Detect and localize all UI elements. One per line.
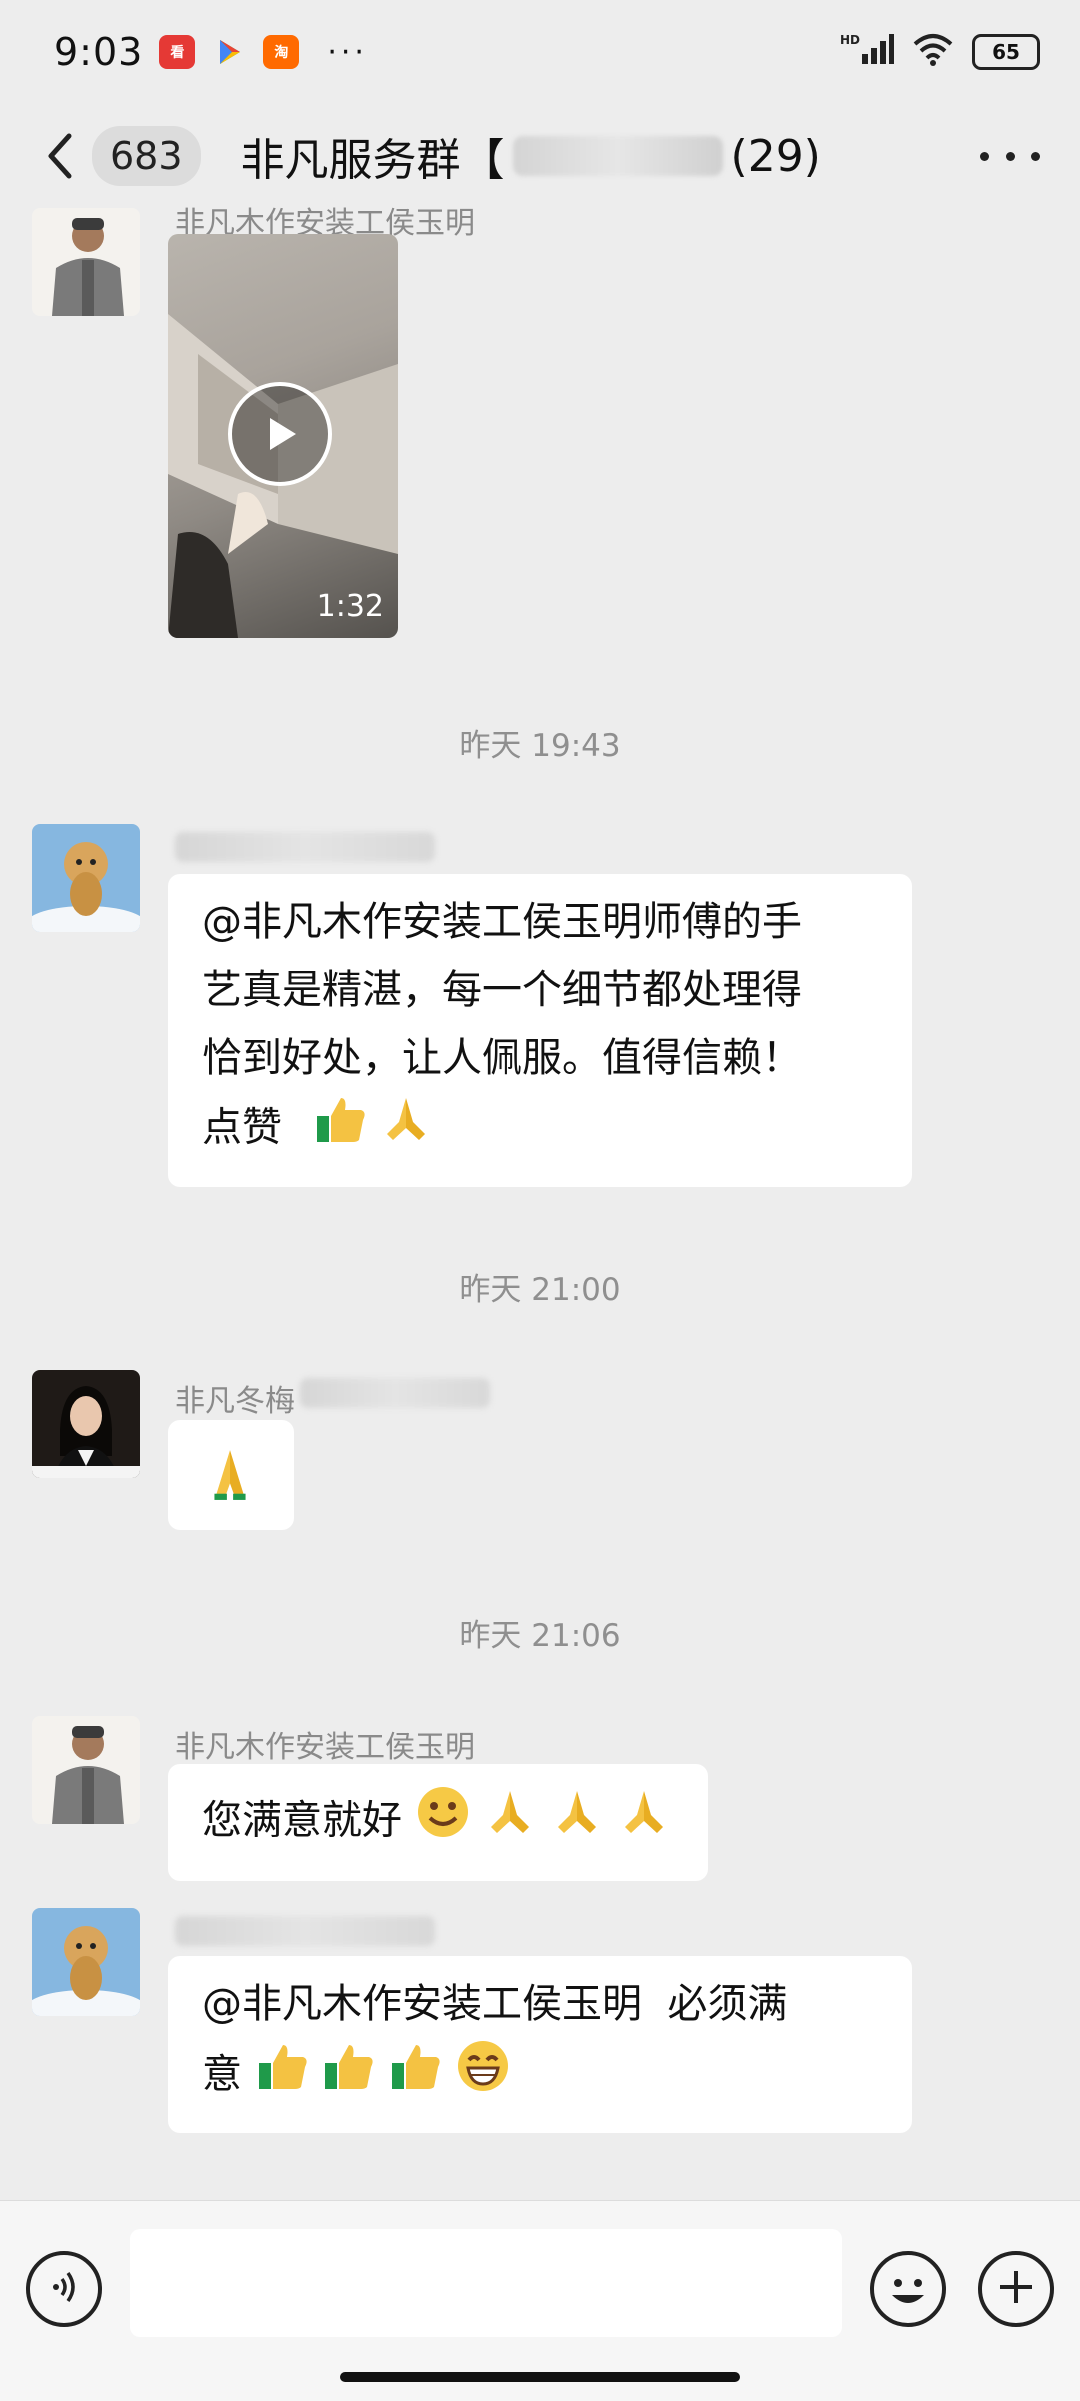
chat-title: 非凡服务群【 (29) [241, 124, 821, 188]
status-more-dots: ··· [327, 34, 368, 70]
status-time: 9:03 [54, 30, 144, 74]
thumbs-up-icon [255, 2039, 309, 2114]
video-message[interactable]: 1:32 [168, 234, 398, 638]
play-icon[interactable] [228, 382, 332, 486]
thumbs-up-icon [321, 2039, 375, 2114]
message-bubble[interactable]: @非凡木作安装工侯玉明 必须满 意 [168, 1956, 912, 2133]
message-list[interactable]: 非凡木作安装工侯玉明 1:32 昨天 19:43 @非凡木作安装工侯玉明师傅的手… [0, 206, 1080, 2200]
chat-title-prefix: 非凡服务群【 [240, 135, 505, 186]
message-line: 艺真是精湛，每一个细节都处理得 [202, 967, 802, 1013]
video-duration: 1:32 [316, 589, 384, 624]
emoji-button[interactable] [870, 2251, 946, 2327]
pray-icon [483, 1785, 537, 1860]
message-line: 点赞 [202, 1104, 282, 1151]
pray-icon [202, 1446, 258, 1523]
signal-icon: HD [840, 32, 894, 72]
message-bubble[interactable]: @非凡木作安装工侯玉明师傅的手 艺真是精湛，每一个细节都处理得 恰到好处，让人佩… [168, 874, 912, 1187]
sender-name-redacted [175, 1916, 435, 1946]
sender-name-redacted [175, 832, 435, 862]
wifi-icon [912, 32, 954, 72]
timestamp: 昨天 21:00 [459, 1272, 621, 1308]
avatar-worker[interactable] [32, 208, 140, 316]
unread-badge[interactable]: 683 [92, 126, 201, 186]
chat-title-suffix: (29) [730, 130, 821, 182]
pray-icon [550, 1785, 604, 1860]
status-bar: 9:03 看 淘 ··· HD 65 [0, 0, 1080, 104]
message-bubble[interactable] [168, 1420, 294, 1530]
sender-name: 非凡木作安装工侯玉明 [175, 1730, 475, 1765]
thumbs-up-icon [313, 1092, 367, 1167]
timestamp: 昨天 19:43 [459, 728, 621, 764]
message-line: @非凡木作安装工侯玉明 必须满 [202, 1981, 788, 2027]
home-indicator[interactable] [340, 2372, 740, 2382]
voice-icon [44, 2267, 84, 2311]
message-input[interactable] [130, 2229, 842, 2337]
message-line-last: 点赞 [202, 1092, 878, 1167]
pray-icon [379, 1092, 433, 1167]
avatar-dog[interactable] [32, 1908, 140, 2016]
chat-header: 683 非凡服务群【 (29) [0, 104, 1080, 208]
message-line: 恰到好处，让人佩服。值得信赖！ [202, 1035, 802, 1081]
avatar-worker[interactable] [32, 1716, 140, 1824]
red-news-icon: 看 [159, 35, 196, 69]
voice-input-button[interactable] [26, 2251, 102, 2327]
input-bar [0, 2200, 1080, 2401]
message-line: @非凡木作安装工侯玉明师傅的手 [202, 899, 802, 945]
message-line-last: 意 [202, 2038, 878, 2115]
sender-name-redacted [300, 1378, 490, 1408]
pray-icon [617, 1785, 671, 1860]
play-store-icon [211, 35, 247, 69]
status-right: HD 65 [840, 32, 1040, 72]
back-icon[interactable] [40, 133, 80, 179]
svg-text:HD: HD [840, 33, 860, 47]
smile-icon [415, 1784, 471, 1861]
message-text-content: 您满意就好 [202, 1797, 402, 1844]
battery-icon: 65 [972, 34, 1040, 70]
avatar-woman[interactable] [32, 1370, 140, 1478]
plus-icon [996, 2267, 1036, 2311]
more-functions-button[interactable] [978, 2251, 1054, 2327]
avatar-dog[interactable] [32, 824, 140, 932]
timestamp: 昨天 21:06 [459, 1618, 621, 1654]
message-line: 意 [202, 2051, 242, 2098]
more-icon[interactable] [980, 138, 1040, 174]
grin-icon [455, 2038, 511, 2115]
orange-shop-icon: 淘 [263, 35, 300, 69]
status-left: 9:03 看 淘 ··· [54, 30, 368, 74]
title-redacted [512, 136, 723, 176]
sender-name: 非凡冬梅 [175, 1384, 295, 1419]
message-bubble[interactable]: 您满意就好 [168, 1764, 708, 1881]
thumbs-up-icon [388, 2039, 442, 2114]
